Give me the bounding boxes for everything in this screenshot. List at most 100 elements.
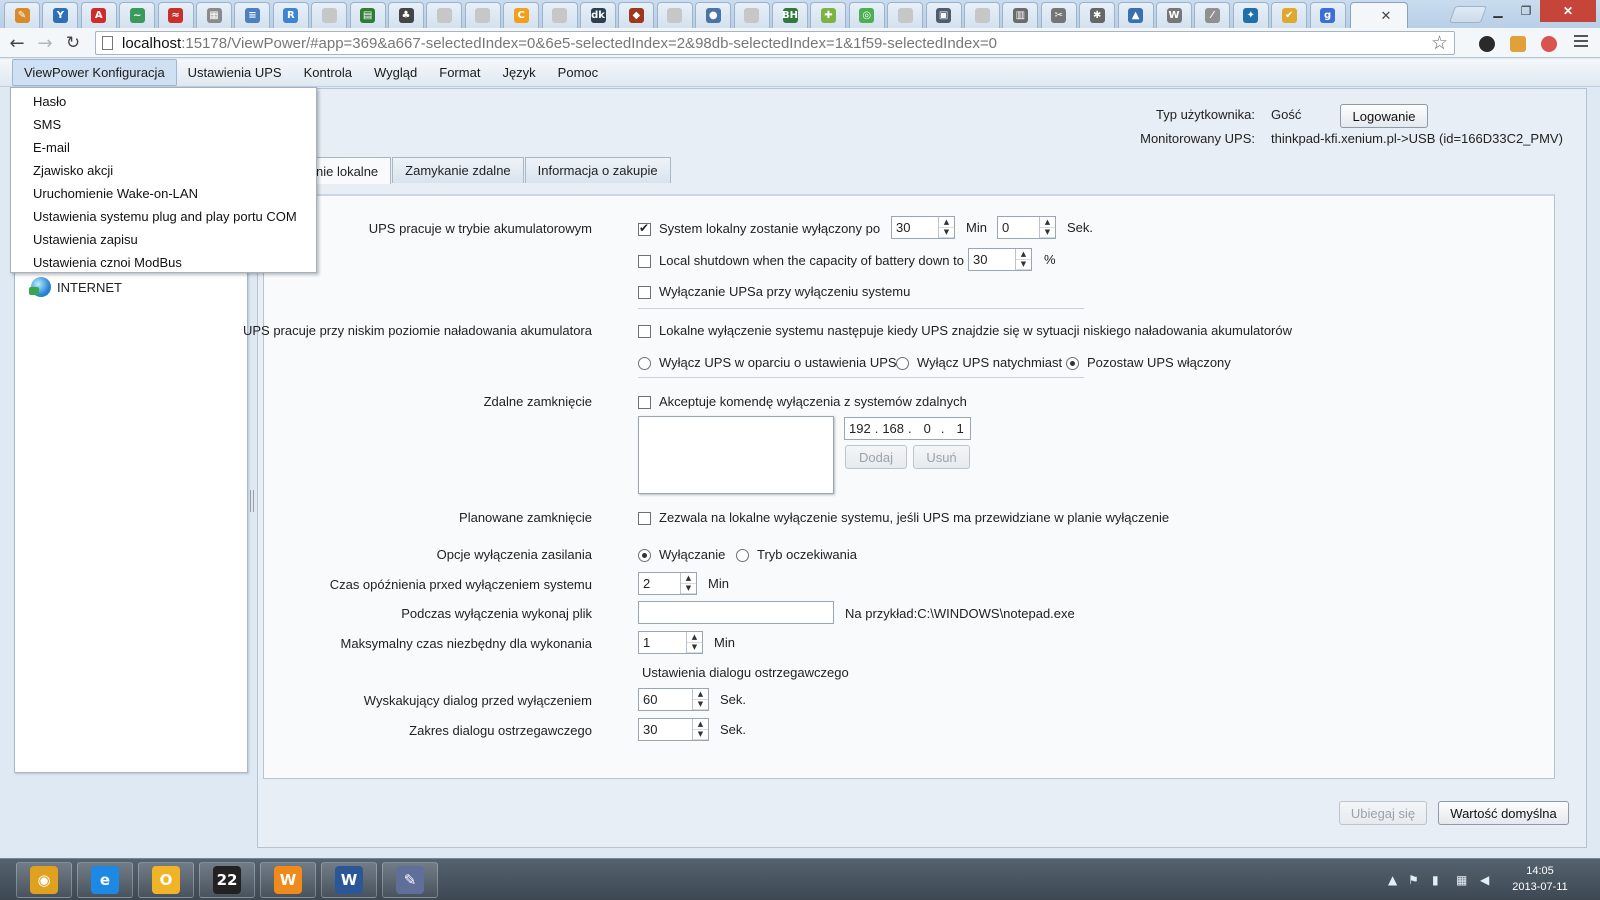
tool-taskbar-button[interactable]: ✎ xyxy=(382,862,438,898)
back-arrow-icon[interactable]: ← xyxy=(6,32,28,54)
stepper-down-icon[interactable]: ▼ xyxy=(681,584,696,594)
menu-view[interactable]: Wygląd xyxy=(363,60,428,85)
menu-item-com-plug-and-play[interactable]: Ustawienia systemu plug and play portu C… xyxy=(11,205,316,228)
outlook-taskbar-button[interactable]: O xyxy=(138,862,194,898)
browser-tab[interactable]: R xyxy=(272,2,309,28)
extension-basket-icon[interactable] xyxy=(1510,36,1526,52)
browser-tab[interactable]: ♣ xyxy=(388,2,424,28)
browser-tab[interactable]: ✔ xyxy=(1271,2,1308,28)
word-taskbar-button[interactable]: W xyxy=(321,862,377,898)
poker-taskbar-button[interactable]: 22 xyxy=(199,862,255,898)
browser-tab[interactable] xyxy=(311,2,348,28)
tab-remote-shutdown[interactable]: Zamykanie zdalne xyxy=(392,157,524,183)
new-tab-button[interactable] xyxy=(1448,6,1488,23)
remove-host-button[interactable]: Usuń xyxy=(913,445,970,469)
browser-tab[interactable] xyxy=(656,2,693,28)
network-icon[interactable]: ▦ xyxy=(1456,873,1467,887)
browser-tab[interactable]: ✂ xyxy=(1040,2,1077,28)
browser-tab[interactable]: W xyxy=(1156,2,1192,28)
browser-tab[interactable]: ≈ xyxy=(157,2,194,28)
browser-tab[interactable] xyxy=(887,2,924,28)
apply-button[interactable]: Ubiegaj się xyxy=(1339,801,1427,825)
bookmark-star-icon[interactable]: ☆ xyxy=(1431,32,1448,55)
panel-splitter-handle[interactable] xyxy=(250,490,254,512)
capacity-stepper[interactable]: 30 ▲ ▼ xyxy=(968,248,1032,271)
browser-tab[interactable]: BH xyxy=(772,2,808,28)
remote-hosts-list[interactable] xyxy=(638,416,834,494)
show-hidden-icons-icon[interactable]: ▲ xyxy=(1388,873,1397,887)
browser-tab[interactable]: ◎ xyxy=(848,2,885,28)
menu-item-event-action[interactable]: Zjawisko akcji xyxy=(11,159,316,182)
popup-dialog-stepper[interactable]: 60 ▲ ▼ xyxy=(638,688,709,711)
browser-tab[interactable]: ⁄ xyxy=(1194,2,1231,28)
capacity-shutdown-checkbox[interactable] xyxy=(638,255,651,268)
browser-tab[interactable]: C xyxy=(503,2,540,28)
browser-tab[interactable]: ✦ xyxy=(1232,2,1269,28)
stepper-up-icon[interactable]: ▲ xyxy=(939,217,954,228)
default-values-button[interactable]: Wartość domyślna xyxy=(1438,801,1569,825)
delay-stepper[interactable]: 2 ▲ ▼ xyxy=(638,572,697,595)
stepper-up-icon[interactable]: ▲ xyxy=(687,632,702,643)
browser-tab[interactable] xyxy=(733,2,770,28)
browser-tab[interactable]: ✎ xyxy=(4,2,40,28)
menu-item-email[interactable]: E-mail xyxy=(11,136,316,159)
browser-tab[interactable]: ◆ xyxy=(618,2,655,28)
ip-address-input[interactable]: 192. 168. 0. 1 xyxy=(844,417,971,440)
tab-purchase-info[interactable]: Informacja o zakupie xyxy=(524,157,671,183)
active-browser-tab[interactable]: ✕ xyxy=(1350,2,1408,28)
stepper-down-icon[interactable]: ▼ xyxy=(693,730,708,740)
stepper-up-icon[interactable]: ▲ xyxy=(1040,217,1055,228)
low-battery-checkbox[interactable] xyxy=(638,325,651,338)
stepper-down-icon[interactable]: ▼ xyxy=(1016,260,1031,270)
menu-format[interactable]: Format xyxy=(428,60,491,85)
browser-tab[interactable] xyxy=(464,2,501,28)
browser-tab[interactable]: ▥ xyxy=(1002,2,1039,28)
browser-tab[interactable]: ▲ xyxy=(1117,2,1154,28)
extension-red-icon[interactable] xyxy=(1541,36,1557,52)
browser-tab[interactable]: A xyxy=(80,2,117,28)
browser-tab[interactable]: ▣ xyxy=(925,2,962,28)
stepper-up-icon[interactable]: ▲ xyxy=(693,689,708,700)
remote-accept-checkbox[interactable] xyxy=(638,396,651,409)
browser-tab[interactable]: ● xyxy=(695,2,732,28)
reload-icon[interactable]: ↻ xyxy=(62,32,84,54)
chrome-taskbar-button[interactable]: ◉ xyxy=(16,862,72,898)
browser-tab[interactable] xyxy=(426,2,463,28)
browser-tab[interactable]: ≡ xyxy=(234,2,271,28)
browser-tab[interactable]: g xyxy=(1309,2,1346,28)
radio-power-shutdown[interactable] xyxy=(638,549,651,562)
stepper-down-icon[interactable]: ▼ xyxy=(1040,228,1055,238)
browser-tab[interactable]: Y xyxy=(42,2,79,28)
menu-item-modbus-settings[interactable]: Ustawienia cznoi ModBus xyxy=(11,251,316,274)
address-bar[interactable]: localhost:15178/ViewPower/#app=369&a667-… xyxy=(95,31,1455,55)
volume-icon[interactable]: ◀ xyxy=(1480,873,1489,887)
planned-shutdown-checkbox[interactable] xyxy=(638,512,651,525)
add-host-button[interactable]: Dodaj xyxy=(845,445,907,469)
radio-off-now[interactable] xyxy=(896,357,909,370)
ie-taskbar-button[interactable]: e xyxy=(77,862,133,898)
cloud-taskbar-button[interactable]: W xyxy=(260,862,316,898)
browser-tab[interactable]: ✚ xyxy=(810,2,847,28)
maximize-window-button[interactable]: ❐ xyxy=(1512,0,1540,22)
browser-tab[interactable] xyxy=(541,2,578,28)
browser-tab[interactable]: ▤ xyxy=(349,2,386,28)
menu-help[interactable]: Pomoc xyxy=(547,60,609,85)
extension-dark-icon[interactable] xyxy=(1479,36,1495,52)
menu-control[interactable]: Kontrola xyxy=(293,60,363,85)
stepper-up-icon[interactable]: ▲ xyxy=(693,719,708,730)
minimize-window-button[interactable]: ▁ xyxy=(1484,0,1512,22)
chrome-menu-icon[interactable] xyxy=(1574,35,1588,50)
browser-tab[interactable]: ~ xyxy=(119,2,156,28)
menu-item-password[interactable]: Hasło xyxy=(11,90,316,113)
action-center-flag-icon[interactable]: ⚑ xyxy=(1408,873,1419,887)
close-tab-icon[interactable]: ✕ xyxy=(1381,8,1392,24)
shutdown-seconds-stepper[interactable]: 0 ▲ ▼ xyxy=(997,216,1056,239)
login-button[interactable]: Logowanie xyxy=(1340,104,1428,128)
radio-power-standby[interactable] xyxy=(736,549,749,562)
browser-tab[interactable]: ▦ xyxy=(196,2,232,28)
warning-interval-stepper[interactable]: 30 ▲ ▼ xyxy=(638,718,709,741)
browser-tab[interactable]: ✱ xyxy=(1079,2,1116,28)
forward-arrow-icon[interactable]: → xyxy=(34,32,56,54)
radio-keep-on[interactable] xyxy=(1066,357,1079,370)
ups-off-checkbox[interactable] xyxy=(638,286,651,299)
